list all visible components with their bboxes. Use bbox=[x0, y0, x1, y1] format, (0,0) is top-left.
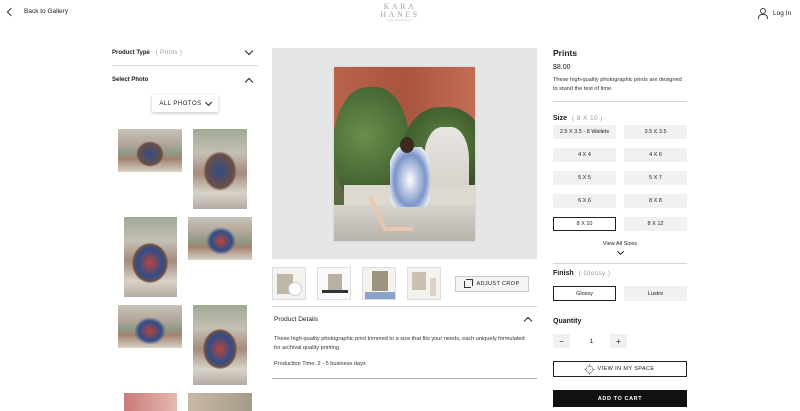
divider bbox=[553, 101, 687, 102]
size-option[interactable]: 5 X 5 bbox=[553, 171, 616, 185]
family-figure bbox=[134, 317, 166, 345]
product-price: $8.00 bbox=[553, 64, 571, 71]
product-options-panel: Prints $8.00 These high-quality photogra… bbox=[553, 48, 687, 407]
all-photos-dropdown[interactable]: ALL PHOTOS bbox=[152, 95, 218, 112]
product-title: Prints bbox=[553, 48, 578, 58]
size-option[interactable]: 8 X 12 bbox=[624, 217, 687, 231]
finish-option[interactable]: Lustre bbox=[624, 286, 687, 301]
quantity-label: Quantity bbox=[553, 318, 582, 325]
photo-thumbnail[interactable] bbox=[188, 217, 252, 260]
product-details-toggle[interactable]: Product Details bbox=[272, 307, 537, 331]
product-type-label: Product Type bbox=[112, 49, 150, 56]
mockup-thumbnail[interactable] bbox=[362, 267, 396, 300]
chevron-up-icon bbox=[244, 77, 254, 86]
size-option[interactable]: 6 X 6 bbox=[553, 194, 616, 208]
quantity-decrease-button[interactable]: − bbox=[553, 334, 570, 348]
header: Back to Gallery KARA HANES PHOTOGRAPHY L… bbox=[0, 0, 800, 30]
product-details-text: These high-quality photographic print tr… bbox=[274, 336, 525, 351]
view-all-sizes-label: View All Sizes bbox=[602, 241, 638, 247]
finish-value: ( Glossy ) bbox=[578, 270, 611, 277]
product-description: These high-quality photographic prints a… bbox=[553, 77, 682, 92]
divider bbox=[553, 263, 687, 264]
view-in-my-space-label: VIEW IN MY SPACE bbox=[597, 366, 655, 372]
size-label-row: Size ( 8 X 10 ) bbox=[553, 115, 687, 122]
girl-hair bbox=[400, 137, 414, 153]
production-time: Production Time: 2 - 5 business days bbox=[274, 361, 366, 367]
size-option[interactable]: 5 X 7 bbox=[624, 171, 687, 185]
finish-option-selected[interactable]: Glossy bbox=[553, 286, 616, 301]
family-figure bbox=[136, 141, 164, 167]
size-option[interactable]: 4 X 4 bbox=[553, 148, 616, 162]
login-link[interactable]: Log In bbox=[757, 8, 792, 19]
quantity-increase-button[interactable]: + bbox=[610, 334, 627, 348]
chevron-down-icon bbox=[616, 247, 624, 256]
product-details-section: Product Details These high-quality photo… bbox=[272, 306, 537, 367]
adjust-crop-button[interactable]: ADJUST CROP bbox=[455, 276, 529, 292]
user-icon bbox=[757, 8, 768, 19]
login-label: Log In bbox=[773, 9, 792, 17]
product-details-heading: Product Details bbox=[274, 315, 319, 323]
product-type-text: Product Type ( Prints ) bbox=[112, 50, 182, 56]
quantity-input[interactable]: 1 bbox=[583, 334, 600, 348]
view-all-sizes-link[interactable]: View All Sizes bbox=[553, 241, 687, 256]
add-to-cart-button[interactable]: ADD TO CART bbox=[553, 390, 687, 407]
size-option[interactable]: 3.5 X 3.5 bbox=[624, 125, 687, 139]
size-option[interactable]: 4 X 6 bbox=[624, 148, 687, 162]
photo-thumbnail[interactable] bbox=[118, 129, 182, 172]
left-panel: Product Type ( Prints ) Select Photo ALL… bbox=[112, 40, 258, 112]
divider bbox=[272, 378, 537, 379]
chevron-down-icon bbox=[244, 46, 254, 56]
back-label: Back to Gallery bbox=[24, 8, 69, 15]
mockup-frame bbox=[412, 272, 426, 290]
mockup-frame bbox=[328, 274, 342, 290]
mockup-shelf bbox=[322, 290, 348, 293]
view-in-my-space-button[interactable]: VIEW IN MY SPACE bbox=[553, 361, 687, 377]
mockup-thumbnail[interactable] bbox=[272, 267, 306, 300]
mockup-frame bbox=[372, 271, 388, 291]
family-figure bbox=[206, 227, 236, 255]
photo-thumbnail[interactable] bbox=[118, 305, 182, 348]
finish-label-row: Finish ( Glossy ) bbox=[553, 270, 610, 277]
photo-thumbnail[interactable] bbox=[193, 305, 247, 385]
finish-label: Finish bbox=[553, 270, 574, 277]
product-type-value: ( Prints ) bbox=[155, 49, 183, 56]
back-to-gallery-link[interactable]: Back to Gallery bbox=[6, 7, 69, 16]
mockup-base bbox=[365, 292, 395, 299]
size-option[interactable]: 2.5 X 3.5 - 8 Wallets bbox=[553, 125, 616, 139]
logo-line-3: PHOTOGRAPHY bbox=[387, 19, 413, 22]
mockup-thumbnail[interactable] bbox=[407, 267, 441, 300]
photo-thumbnail[interactable] bbox=[193, 129, 247, 209]
mockup-vase bbox=[430, 278, 436, 296]
family-figure bbox=[203, 151, 237, 191]
mockup-thumbnail[interactable] bbox=[317, 267, 351, 300]
all-photos-label: ALL PHOTOS bbox=[159, 100, 202, 107]
logo[interactable]: KARA HANES PHOTOGRAPHY bbox=[368, 3, 432, 23]
mockup-plate bbox=[288, 282, 302, 296]
family-figure bbox=[203, 329, 237, 369]
select-photo-toggle[interactable]: Select Photo bbox=[112, 72, 258, 88]
chevron-up-icon bbox=[523, 316, 533, 325]
photo-thumbnail[interactable] bbox=[188, 393, 252, 411]
preview-photo bbox=[334, 67, 475, 241]
chevron-left-icon bbox=[6, 7, 16, 16]
ar-cube-icon bbox=[584, 364, 594, 374]
photo-thumbnail[interactable] bbox=[124, 393, 177, 411]
product-preview bbox=[272, 48, 537, 259]
product-type-toggle[interactable]: Product Type ( Prints ) bbox=[112, 40, 258, 66]
size-option[interactable]: 8 X 8 bbox=[624, 194, 687, 208]
crop-icon bbox=[464, 278, 474, 288]
select-photo-label: Select Photo bbox=[112, 77, 149, 83]
family-figure bbox=[132, 243, 168, 283]
adjust-crop-label: ADJUST CROP bbox=[476, 281, 520, 287]
photo-thumbnail[interactable] bbox=[124, 217, 177, 297]
size-option-selected[interactable]: 8 X 10 bbox=[553, 217, 616, 231]
chevron-down-icon bbox=[204, 98, 212, 106]
logo-line-2: HANES bbox=[380, 10, 420, 19]
size-label: Size bbox=[553, 115, 568, 122]
size-value: ( 8 X 10 ) bbox=[572, 115, 603, 122]
